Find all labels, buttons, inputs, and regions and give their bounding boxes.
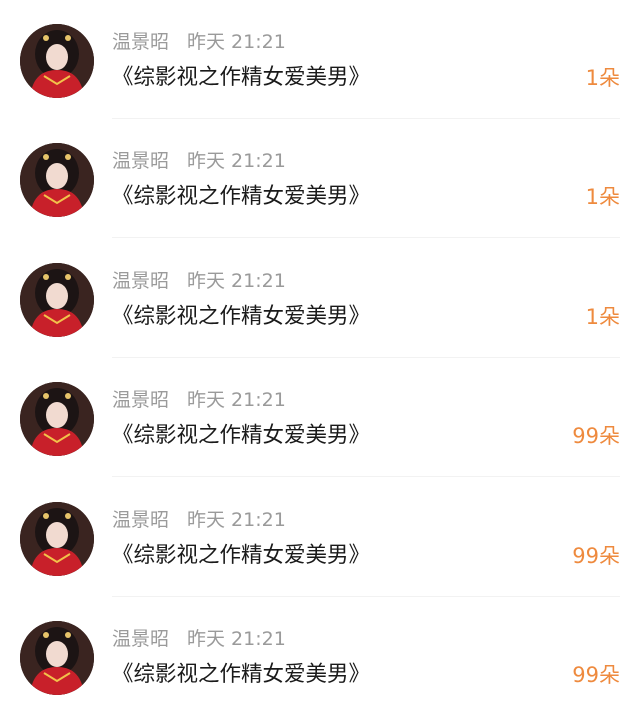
list-item[interactable]: 温景昭 昨天 21:21 《综影视之作精女爱美男》 1朵: [0, 119, 640, 238]
divider: [112, 237, 620, 238]
avatar[interactable]: [20, 502, 94, 576]
list-item[interactable]: 温景昭 昨天 21:21 《综影视之作精女爱美男》 99朵: [0, 597, 640, 716]
flower-count: 1朵: [585, 66, 620, 90]
record-meta: 温景昭 昨天 21:21: [112, 508, 286, 532]
timestamp: 昨天 21:21: [187, 389, 286, 411]
username[interactable]: 温景昭: [112, 509, 169, 531]
username[interactable]: 温景昭: [112, 389, 169, 411]
flower-count: 1朵: [585, 305, 620, 329]
book-title[interactable]: 《综影视之作精女爱美男》: [112, 181, 370, 213]
record-meta: 温景昭 昨天 21:21: [112, 30, 286, 54]
book-title[interactable]: 《综影视之作精女爱美男》: [112, 540, 370, 572]
timestamp: 昨天 21:21: [187, 150, 286, 172]
record-meta: 温景昭 昨天 21:21: [112, 269, 286, 293]
avatar[interactable]: [20, 621, 94, 695]
list-item[interactable]: 温景昭 昨天 21:21 《综影视之作精女爱美男》 99朵: [0, 478, 640, 597]
timestamp: 昨天 21:21: [187, 628, 286, 650]
timestamp: 昨天 21:21: [187, 270, 286, 292]
username[interactable]: 温景昭: [112, 31, 169, 53]
flower-count: 99朵: [572, 663, 620, 687]
flower-count: 1朵: [585, 185, 620, 209]
flower-count: 99朵: [572, 544, 620, 568]
avatar[interactable]: [20, 24, 94, 98]
avatar[interactable]: [20, 263, 94, 337]
timestamp: 昨天 21:21: [187, 31, 286, 53]
book-title[interactable]: 《综影视之作精女爱美男》: [112, 420, 370, 452]
username[interactable]: 温景昭: [112, 150, 169, 172]
timestamp: 昨天 21:21: [187, 509, 286, 531]
record-meta: 温景昭 昨天 21:21: [112, 627, 286, 651]
book-title[interactable]: 《综影视之作精女爱美男》: [112, 62, 370, 94]
book-title[interactable]: 《综影视之作精女爱美男》: [112, 301, 370, 333]
avatar[interactable]: [20, 143, 94, 217]
list-item[interactable]: 温景昭 昨天 21:21 《综影视之作精女爱美男》 1朵: [0, 0, 640, 119]
username[interactable]: 温景昭: [112, 270, 169, 292]
book-title[interactable]: 《综影视之作精女爱美男》: [112, 659, 370, 691]
username[interactable]: 温景昭: [112, 628, 169, 650]
gift-record-list: 温景昭 昨天 21:21 《综影视之作精女爱美男》 1朵 温景昭 昨天 21:21 …: [0, 0, 640, 705]
record-meta: 温景昭 昨天 21:21: [112, 149, 286, 173]
record-meta: 温景昭 昨天 21:21: [112, 388, 286, 412]
avatar[interactable]: [20, 382, 94, 456]
divider: [112, 476, 620, 477]
list-item[interactable]: 温景昭 昨天 21:21 《综影视之作精女爱美男》 99朵: [0, 358, 640, 477]
list-item[interactable]: 温景昭 昨天 21:21 《综影视之作精女爱美男》 1朵: [0, 239, 640, 358]
flower-count: 99朵: [572, 424, 620, 448]
